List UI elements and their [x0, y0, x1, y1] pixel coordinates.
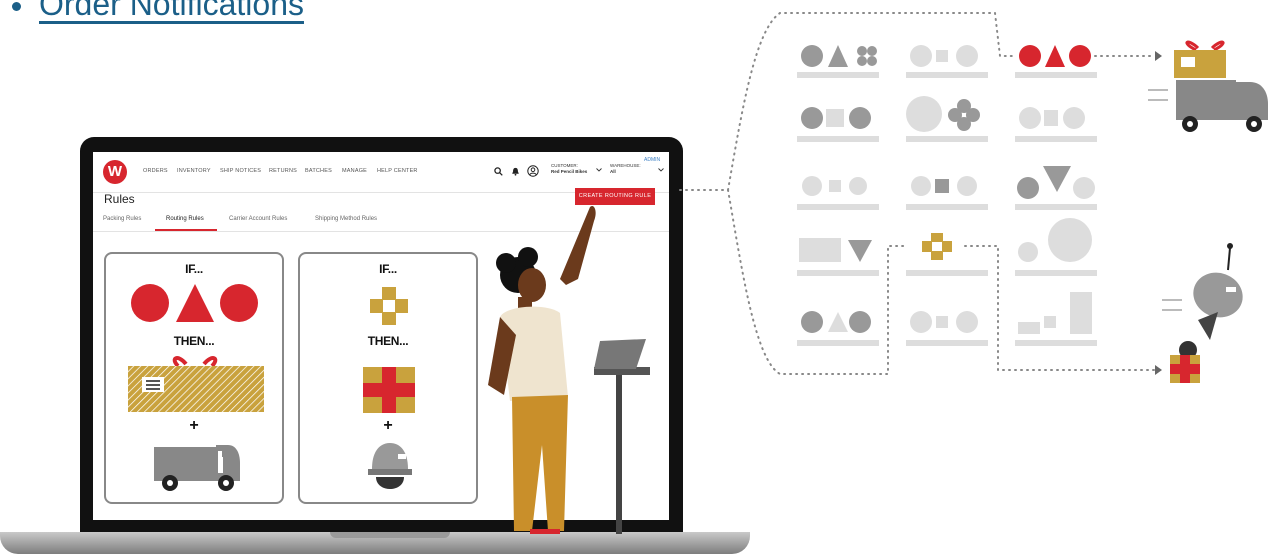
routing-flow-diagram — [679, 12, 1268, 383]
arrow-head-bottom — [1155, 365, 1162, 375]
shape-grid — [797, 45, 1097, 346]
robot-delivery-icon — [1162, 243, 1243, 383]
arrow-head-top — [1155, 51, 1162, 61]
delivery-van-top-icon — [1148, 40, 1268, 132]
